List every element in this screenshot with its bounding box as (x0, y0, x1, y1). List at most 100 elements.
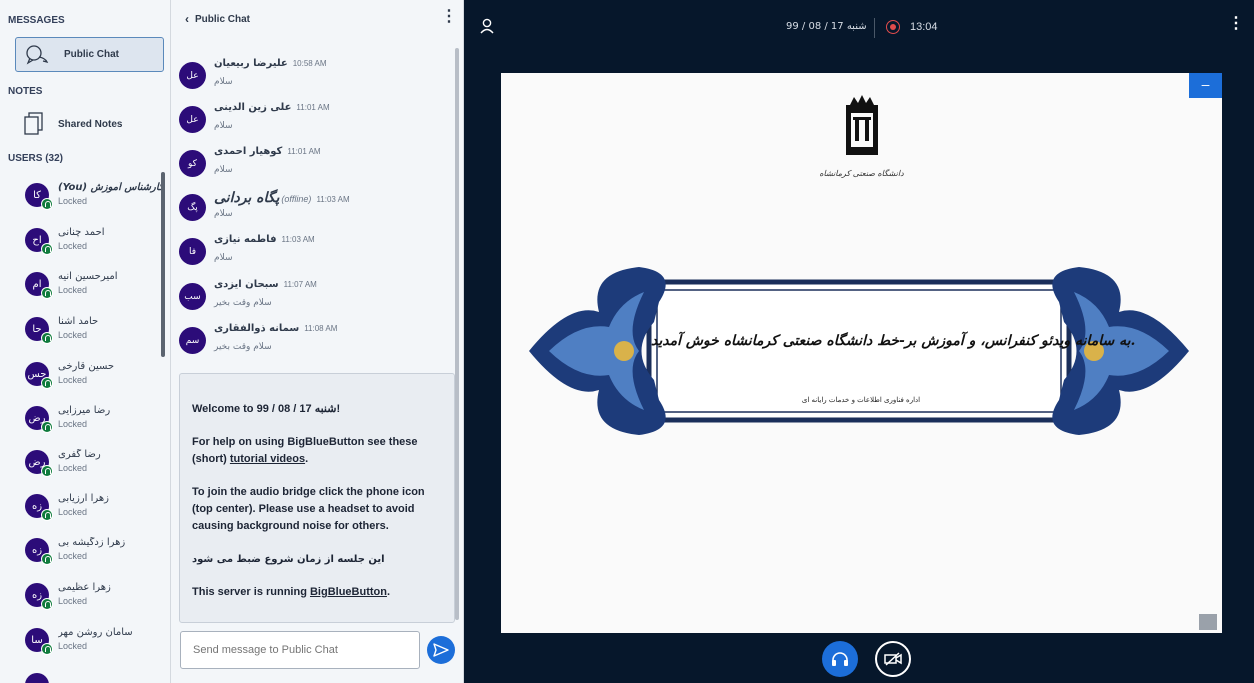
help-line: For help on using BigBlueButton see thes… (192, 434, 442, 468)
recording-notice: این جلسه از زمان شروع ضبط می شود (192, 554, 385, 565)
chat-message-input[interactable] (180, 631, 420, 669)
send-button[interactable] (427, 636, 455, 664)
public-chat-item[interactable]: Public Chat (15, 37, 164, 72)
avatar: فا (179, 238, 206, 265)
user-status: Locked (58, 596, 88, 606)
user-row[interactable]: سا سامان روشن مهر Locked (22, 623, 164, 657)
user-status: Locked (58, 551, 88, 561)
user-name: رضا میرزایی (58, 405, 111, 416)
user-row[interactable]: کا (You) کارشناس آموزش Locked (22, 178, 164, 212)
chat-message: کو کوهیار احمدی 11:01 AM سلام (179, 146, 449, 186)
message-author: سمانه ذوالفقاری (214, 323, 300, 334)
user-list-scrollbar[interactable] (161, 172, 165, 357)
university-logo (846, 95, 878, 155)
message-text: سلام وقت بخیر (214, 298, 272, 308)
headphones-icon (832, 652, 848, 666)
user-status: Locked (58, 330, 88, 340)
message-time: 11:07 AM (283, 280, 317, 289)
user-row[interactable]: اح احمد چنانی Locked (22, 223, 164, 257)
user-row[interactable]: زه زهرا عظیمی Locked (22, 578, 164, 612)
presentation-slide[interactable]: – دانشگاه صنعتی کرمانشاه به سامانه ویدئو… (501, 73, 1222, 633)
message-text: سلام (214, 253, 233, 263)
user-row[interactable]: حا حامد اشنا Locked (22, 312, 164, 346)
chat-scrollbar[interactable] (455, 48, 459, 620)
bigbluebutton-link[interactable]: BigBlueButton (310, 586, 387, 598)
chevron-left-icon: ‹ (185, 12, 189, 26)
user-status: Locked (58, 463, 88, 473)
record-icon[interactable] (886, 20, 900, 34)
message-author: علیرضا ربیعیان (214, 58, 288, 69)
user-row[interactable]: زه زهرا ارزیابی Locked (22, 489, 164, 523)
chat-message: پگ پگاه بردانی (offline) 11:03 AM سلام (179, 190, 449, 230)
users-section-title: USERS (32) (8, 153, 64, 164)
user-list-toggle[interactable] (480, 18, 494, 39)
messages-section-title: MESSAGES (8, 15, 65, 26)
user-status: Locked (58, 196, 88, 206)
shared-notes-item[interactable]: Shared Notes (18, 108, 164, 140)
fullscreen-icon[interactable] (1199, 614, 1217, 630)
user-status: Locked (58, 375, 88, 385)
user-row[interactable]: رض رضا گفری Locked (22, 445, 164, 479)
user-status: Locked (58, 241, 88, 251)
avatar (25, 673, 49, 683)
message-text: سلام (214, 121, 233, 131)
chat-header: ‹ Public Chat ⋮ (171, 0, 463, 38)
more-options-icon[interactable]: ⋮ (441, 9, 457, 25)
offline-label: (offline) (281, 194, 312, 204)
microphone-icon (41, 287, 53, 299)
message-author: فاطمه نیازی (214, 234, 277, 245)
help-suffix: . (305, 453, 309, 465)
server-suffix: . (386, 586, 391, 598)
user-row[interactable]: حس حسین قارخی Locked (22, 357, 164, 391)
message-text: سلام (214, 77, 233, 87)
university-name: دانشگاه صنعتی کرمانشاه (819, 169, 904, 178)
camera-button[interactable] (875, 641, 911, 677)
chat-message: عل علی زین الدینی 11:01 AM سلام (179, 102, 449, 142)
microphone-icon (41, 421, 53, 433)
send-icon (433, 643, 449, 657)
microphone-icon (41, 509, 53, 521)
user-row[interactable]: زه زهرا زدگیشه بی Locked (22, 533, 164, 567)
options-menu-icon[interactable]: ⋮ (1228, 16, 1244, 32)
message-time: 11:03 AM (281, 235, 315, 244)
server-text: This server is running (192, 586, 310, 598)
camera-off-icon (884, 652, 902, 666)
user-name: سامان روشن مهر (58, 627, 133, 638)
notes-section-title: NOTES (8, 86, 43, 97)
user-row[interactable] (22, 668, 164, 683)
audio-button[interactable] (822, 641, 858, 677)
server-line: This server is running BigBlueButton. (192, 584, 442, 601)
message-time: 11:03 AM (316, 195, 350, 204)
avatar: عل (179, 106, 206, 133)
microphone-icon (41, 643, 53, 655)
user-row[interactable]: رض رضا میرزایی Locked (22, 401, 164, 435)
avatar: سب (179, 283, 206, 310)
back-button[interactable]: ‹ Public Chat (185, 12, 250, 26)
microphone-icon (41, 332, 53, 344)
recording-time: 13:04 (910, 21, 938, 33)
tutorial-videos-link[interactable]: tutorial videos (230, 453, 305, 465)
minimize-presentation-button[interactable]: – (1189, 73, 1222, 98)
user-status: Locked (58, 507, 88, 517)
message-time: 11:08 AM (304, 324, 338, 333)
slide-office-text: اداره فناوری اطلاعات و خدمات رایانه ای (801, 396, 921, 404)
shared-notes-label: Shared Notes (58, 118, 123, 130)
welcome-line: Welcome to 99 / 08 / 17 شنبه! (192, 403, 341, 415)
user-status: Locked (58, 641, 88, 651)
user-name: زهرا عظیمی (58, 582, 111, 593)
user-row[interactable]: ام امیرحسین انیه Locked (22, 267, 164, 301)
chat-message: فا فاطمه نیازی 11:03 AM سلام (179, 234, 449, 274)
notes-icon (24, 112, 43, 135)
user-name: زهرا زدگیشه بی (58, 537, 126, 548)
message-author: علی زین الدینی (214, 102, 292, 113)
user-name: حامد اشنا (58, 316, 99, 327)
user-name: حسین قارخی (58, 361, 115, 372)
user-list-panel: MESSAGES Public Chat NOTES Shared Notes … (0, 0, 171, 683)
user-status: Locked (58, 419, 88, 429)
message-text: سلام (214, 209, 233, 219)
chat-message: عل علیرضا ربیعیان 10:58 AM سلام (179, 58, 449, 98)
chat-message: سم سمانه ذوالفقاری 11:08 AM سلام وقت بخیر (179, 323, 449, 363)
microphone-icon (41, 198, 53, 210)
bigbluebutton-app: MESSAGES Public Chat NOTES Shared Notes … (0, 0, 1254, 683)
audio-help-line: To join the audio bridge click the phone… (192, 486, 425, 532)
